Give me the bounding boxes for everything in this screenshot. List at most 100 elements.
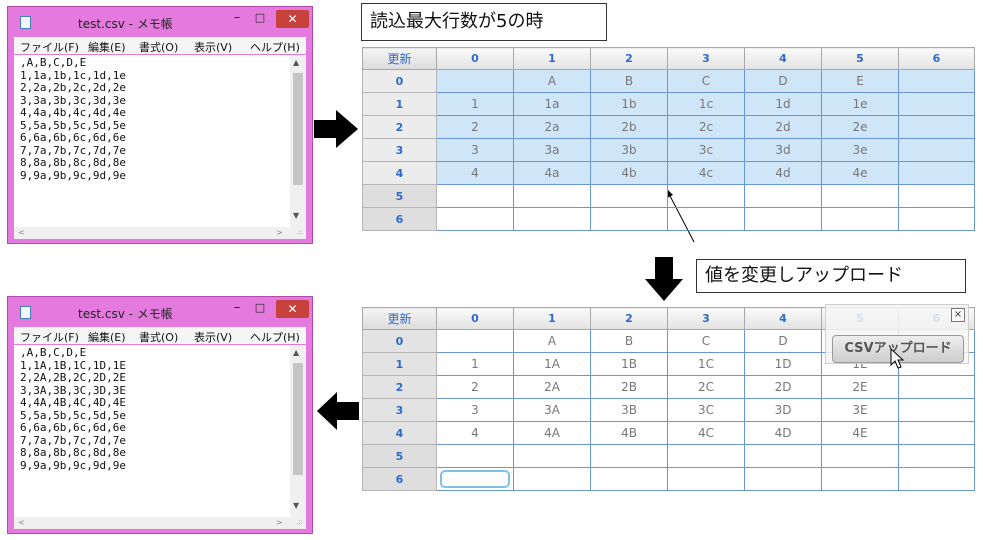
- maximize-button[interactable]: □: [253, 11, 267, 27]
- close-button[interactable]: ✕: [276, 300, 309, 318]
- grid-cell[interactable]: 3C: [667, 398, 745, 422]
- grid-cell[interactable]: B: [590, 329, 668, 353]
- grid-cell[interactable]: [821, 467, 899, 491]
- grid-cell[interactable]: 1A: [513, 352, 591, 376]
- menu-view[interactable]: 表示(V): [194, 329, 232, 345]
- grid-cell[interactable]: 1: [436, 92, 514, 116]
- grid-cell[interactable]: 1b: [590, 92, 668, 116]
- column-header[interactable]: 5: [821, 47, 899, 70]
- grid-cell[interactable]: [590, 184, 668, 208]
- grid-cell[interactable]: 2b: [590, 115, 668, 139]
- grid-cell[interactable]: 2C: [667, 375, 745, 399]
- close-button[interactable]: ✕: [276, 10, 309, 28]
- refresh-button[interactable]: 更新: [362, 47, 437, 70]
- grid-cell[interactable]: D: [744, 329, 822, 353]
- grid-cell[interactable]: 4e: [821, 161, 899, 185]
- scroll-down-icon[interactable]: ▼: [293, 501, 299, 510]
- grid-cell[interactable]: [898, 92, 975, 116]
- grid-cell[interactable]: 4d: [744, 161, 822, 185]
- grid-cell[interactable]: [667, 467, 745, 491]
- row-header[interactable]: 2: [362, 375, 437, 399]
- row-header[interactable]: 4: [362, 421, 437, 445]
- grid-cell[interactable]: [898, 375, 975, 399]
- grid-cell[interactable]: [513, 207, 591, 231]
- grid-cell[interactable]: [667, 184, 745, 208]
- grid-cell[interactable]: 1e: [821, 92, 899, 116]
- grid-cell[interactable]: [667, 444, 745, 468]
- grid-cell[interactable]: [667, 207, 745, 231]
- grid-cell[interactable]: 3e: [821, 138, 899, 162]
- grid-cell[interactable]: 3d: [744, 138, 822, 162]
- grid-cell[interactable]: [513, 467, 591, 491]
- grid-cell[interactable]: [744, 184, 822, 208]
- resize-grip-icon[interactable]: .::: [296, 518, 303, 526]
- grid-cell[interactable]: 2A: [513, 375, 591, 399]
- menu-format[interactable]: 書式(O): [139, 329, 178, 345]
- grid-cell[interactable]: [744, 207, 822, 231]
- grid-cell[interactable]: 4D: [744, 421, 822, 445]
- scrollbar-thumb[interactable]: [293, 363, 303, 475]
- row-header[interactable]: 0: [362, 69, 437, 93]
- column-header[interactable]: 4: [744, 307, 822, 330]
- grid-cell[interactable]: 3: [436, 138, 514, 162]
- grid-cell[interactable]: [436, 329, 514, 353]
- row-header[interactable]: 5: [362, 184, 437, 208]
- grid-cell[interactable]: [590, 207, 668, 231]
- grid-cell[interactable]: 1B: [590, 352, 668, 376]
- scroll-up-icon[interactable]: ▲: [293, 58, 299, 67]
- menu-edit[interactable]: 編集(E): [88, 39, 126, 55]
- scroll-right-icon[interactable]: >: [276, 228, 283, 237]
- scroll-left-icon[interactable]: <: [18, 518, 25, 527]
- grid-cell[interactable]: 3a: [513, 138, 591, 162]
- active-grid-cell[interactable]: [436, 467, 514, 491]
- grid-cell[interactable]: 2: [436, 375, 514, 399]
- title-bar[interactable]: test.csv - メモ帳 – □ ✕: [8, 7, 312, 37]
- grid-cell[interactable]: A: [513, 69, 591, 93]
- grid-cell[interactable]: [898, 115, 975, 139]
- scrollbar-thumb[interactable]: [293, 73, 303, 185]
- grid-cell[interactable]: 2D: [744, 375, 822, 399]
- column-header[interactable]: 1: [513, 47, 591, 70]
- scroll-right-icon[interactable]: >: [276, 518, 283, 527]
- grid-cell[interactable]: 2: [436, 115, 514, 139]
- grid-cell[interactable]: 4b: [590, 161, 668, 185]
- row-header[interactable]: 4: [362, 161, 437, 185]
- grid-cell[interactable]: 3A: [513, 398, 591, 422]
- row-header[interactable]: 6: [362, 467, 437, 491]
- row-header[interactable]: 2: [362, 115, 437, 139]
- grid-cell[interactable]: [436, 207, 514, 231]
- grid-cell[interactable]: 4a: [513, 161, 591, 185]
- grid-cell[interactable]: 1d: [744, 92, 822, 116]
- grid-cell[interactable]: [898, 467, 975, 491]
- vertical-scrollbar[interactable]: ▲ ▼: [290, 345, 306, 517]
- grid-cell[interactable]: 2d: [744, 115, 822, 139]
- grid-cell[interactable]: 2a: [513, 115, 591, 139]
- minimize-button[interactable]: –: [230, 11, 244, 27]
- grid-cell[interactable]: [898, 138, 975, 162]
- grid-cell[interactable]: [513, 184, 591, 208]
- grid-cell[interactable]: 4B: [590, 421, 668, 445]
- row-header[interactable]: 3: [362, 398, 437, 422]
- maximize-button[interactable]: □: [253, 301, 267, 317]
- grid-cell[interactable]: [898, 421, 975, 445]
- menu-help[interactable]: ヘルプ(H): [250, 329, 300, 345]
- grid-cell[interactable]: 3c: [667, 138, 745, 162]
- menu-help[interactable]: ヘルプ(H): [250, 39, 300, 55]
- grid-cell[interactable]: D: [744, 69, 822, 93]
- grid-cell[interactable]: C: [667, 69, 745, 93]
- row-header[interactable]: 6: [362, 207, 437, 231]
- column-header[interactable]: 3: [667, 47, 745, 70]
- grid-cell[interactable]: 3D: [744, 398, 822, 422]
- grid-cell[interactable]: [513, 444, 591, 468]
- row-header[interactable]: 5: [362, 444, 437, 468]
- grid-cell[interactable]: 3: [436, 398, 514, 422]
- horizontal-scrollbar[interactable]: < > .::: [14, 517, 306, 529]
- grid-cell[interactable]: 3b: [590, 138, 668, 162]
- grid-cell[interactable]: [436, 69, 514, 93]
- popup-close-button[interactable]: ×: [951, 308, 965, 322]
- scroll-left-icon[interactable]: <: [18, 228, 25, 237]
- row-header[interactable]: 0: [362, 329, 437, 353]
- grid-cell[interactable]: 4c: [667, 161, 745, 185]
- grid-cell[interactable]: [898, 398, 975, 422]
- grid-cell[interactable]: [744, 467, 822, 491]
